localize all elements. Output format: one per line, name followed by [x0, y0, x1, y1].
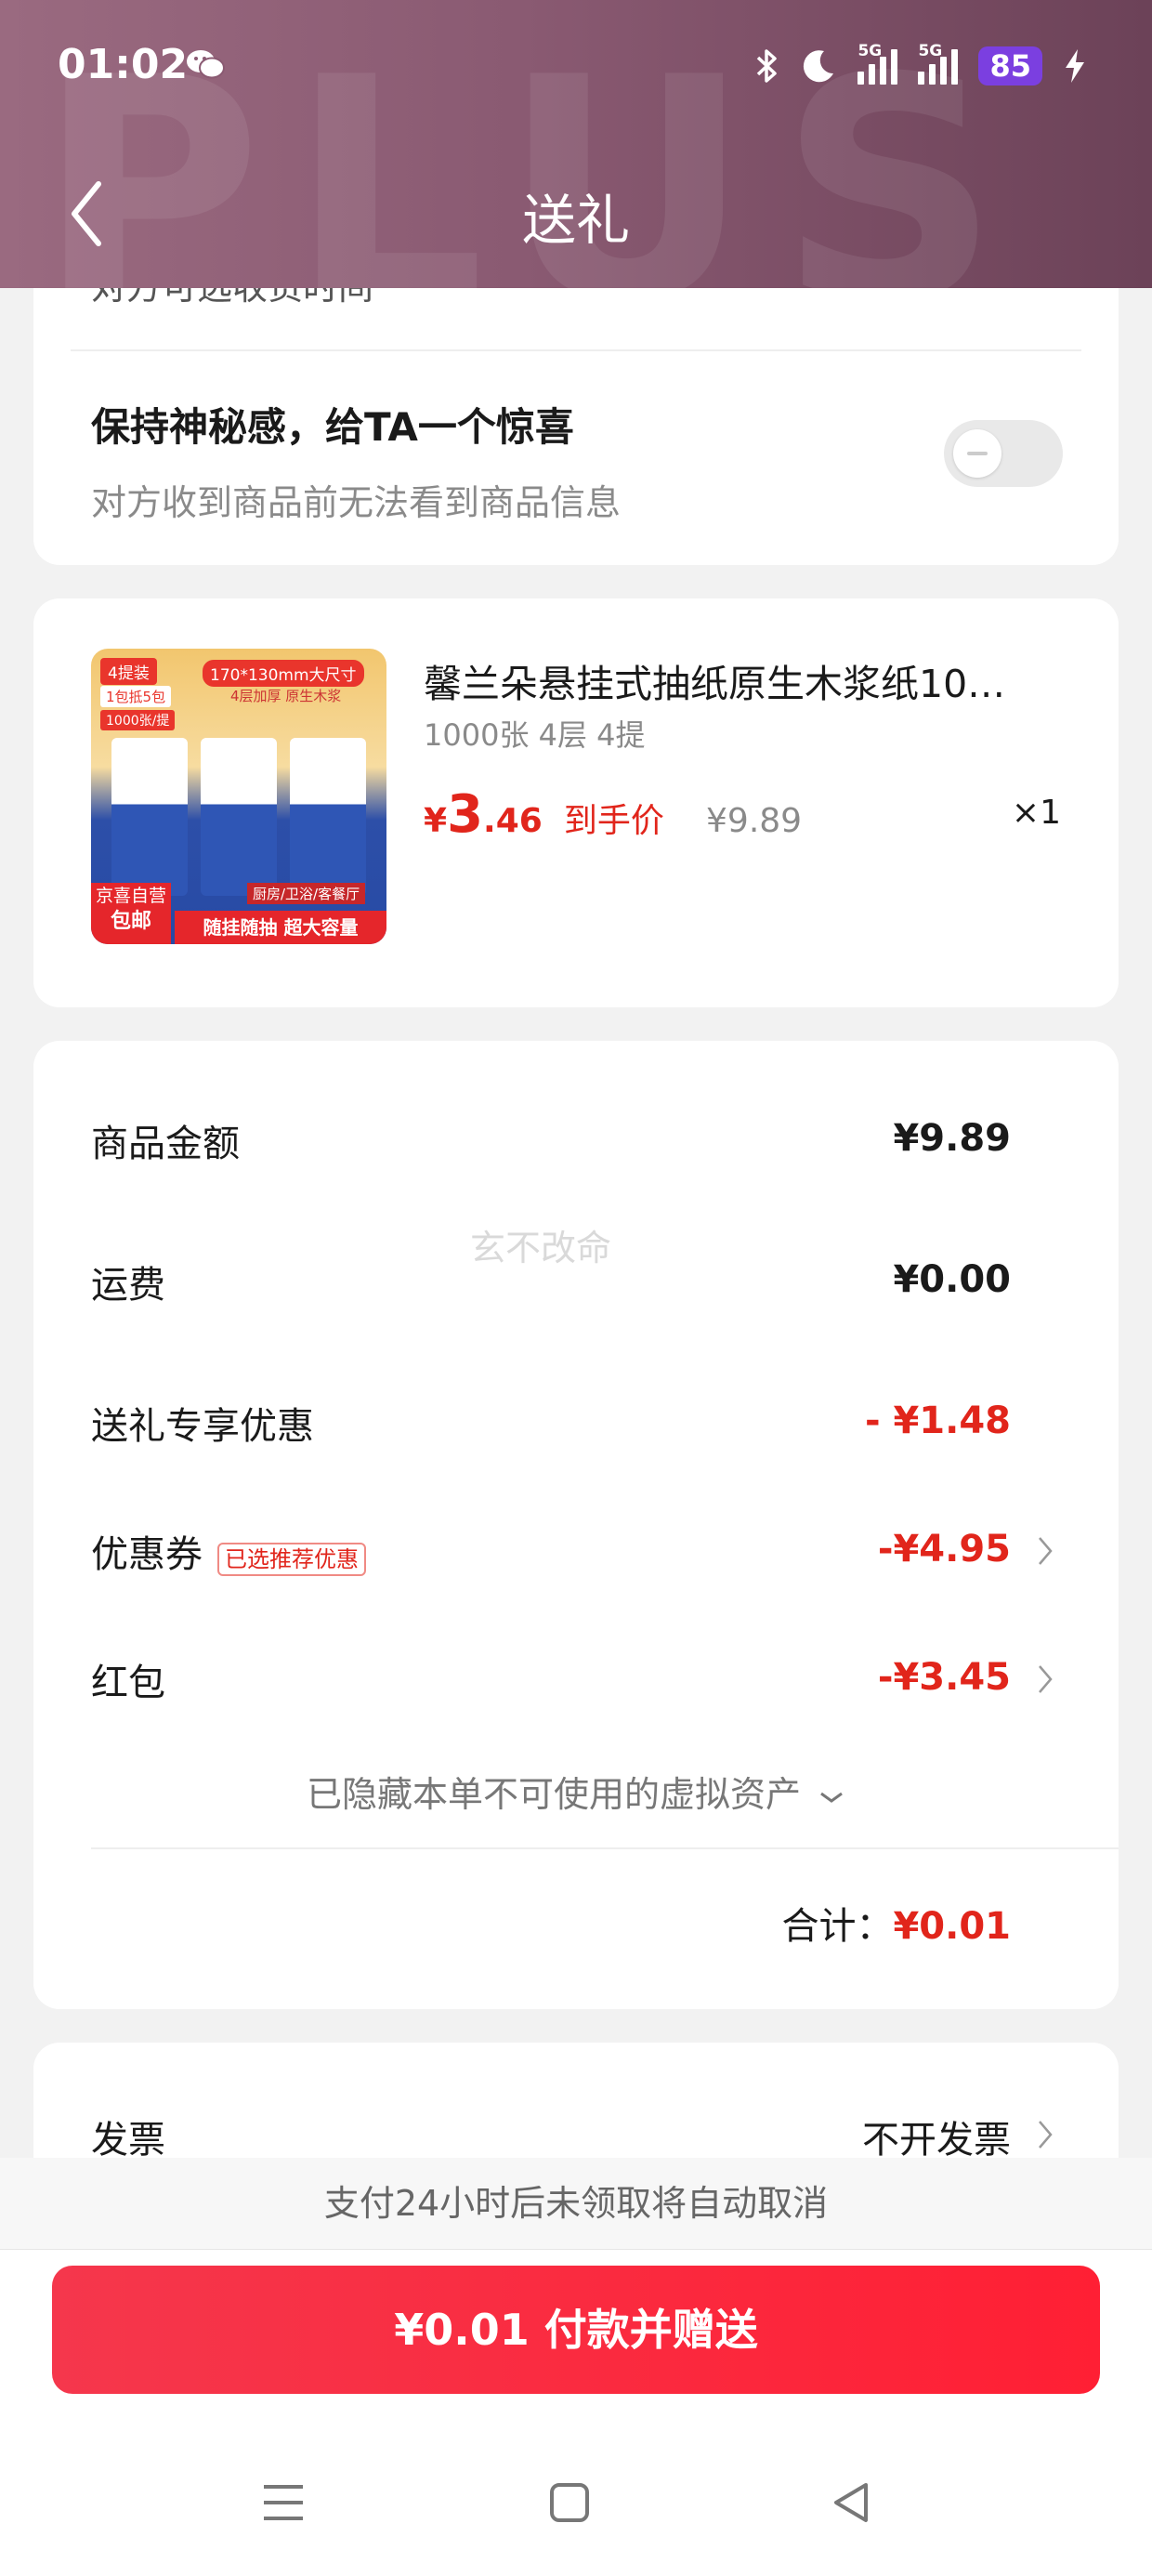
image-tag-3: 1000张/提 — [100, 710, 176, 730]
gift-discount-label: 送礼专享优惠 — [91, 1405, 314, 1448]
menu-nav-icon[interactable] — [260, 2481, 307, 2524]
product-quantity: ×1 — [1011, 794, 1061, 832]
text-watermark: 玄不改命 — [470, 1228, 612, 1268]
chevron-down-icon — [820, 1792, 843, 1803]
chevron-right-icon — [1039, 2121, 1053, 2149]
battery-level: 85 — [978, 46, 1042, 85]
auto-cancel-notice: 支付24小时后未领取将自动取消 — [0, 2158, 1152, 2250]
image-size-text: 170*130mm大尺寸 — [203, 660, 364, 687]
coupon-row[interactable]: 优惠券 已选推荐优惠 -¥4.95 — [33, 1505, 1119, 1598]
invoice-value: 不开发票 — [862, 2119, 1011, 2162]
status-time: 01:02 — [58, 41, 189, 88]
product-card[interactable]: 4提装 1包抵5包 1000张/提 170*130mm大尺寸 4层加厚 原生木浆… — [33, 598, 1119, 1007]
shipping-value: ¥0.00 — [893, 1258, 1011, 1301]
coupon-label: 优惠券 — [91, 1533, 203, 1576]
original-price: ¥9.89 — [706, 802, 803, 840]
tissue-pack-2 — [201, 738, 277, 896]
top-header: PLUS 01:02 5G 5G 85 送礼 — [0, 0, 1152, 288]
chevron-right-icon — [1039, 1665, 1053, 1693]
charging-bolt-icon — [1066, 49, 1084, 83]
divider — [91, 1847, 1119, 1849]
chevron-right-icon — [1039, 1537, 1053, 1565]
coupon-value: -¥4.95 — [877, 1528, 1011, 1571]
goods-amount-value: ¥9.89 — [893, 1117, 1011, 1160]
image-tag-1: 4提装 — [100, 658, 157, 685]
image-tag-2: 1包抵5包 — [100, 686, 172, 707]
hidden-assets-text: 已隐藏本单不可使用的虚拟资产 — [306, 1774, 801, 1815]
coupon-label-wrap: 优惠券 已选推荐优惠 — [91, 1524, 366, 1578]
total-value: ¥0.01 — [893, 1905, 1011, 1948]
hidden-assets-toggle[interactable]: 已隐藏本单不可使用的虚拟资产 — [33, 1766, 1119, 1817]
image-layer-text: 4层加厚 原生木浆 — [230, 688, 342, 704]
nav-bar: 送礼 — [0, 167, 1152, 260]
redpack-value: -¥3.45 — [877, 1656, 1011, 1699]
surprise-toggle[interactable] — [944, 420, 1063, 487]
surprise-subtitle: 对方收到商品前无法看到商品信息 — [91, 482, 622, 523]
product-image[interactable]: 4提装 1包抵5包 1000张/提 170*130mm大尺寸 4层加厚 原生木浆… — [91, 649, 386, 944]
price-decimal: .46 — [483, 802, 543, 840]
invoice-label: 发票 — [91, 2119, 165, 2162]
image-usage-text: 厨房/卫浴/客餐厅 — [247, 883, 366, 904]
status-bar: 01:02 5G 5G 85 — [0, 0, 1152, 139]
total-label: 合计： — [781, 1905, 894, 1948]
product-spec: 1000张 4层 4提 — [424, 717, 646, 753]
surprise-title: 保持神秘感，给TA一个惊喜 — [91, 404, 574, 450]
price-symbol: ¥ — [424, 802, 448, 840]
toggle-knob — [953, 429, 1001, 478]
goods-amount-label: 商品金额 — [91, 1123, 240, 1165]
gift-discount-value: - ¥1.48 — [864, 1400, 1011, 1442]
image-slogan: 随挂随抽 超大容量 — [175, 911, 386, 944]
price-summary-card: 商品金额 ¥9.89 玄不改命 运费 ¥0.00 送礼专享优惠 - ¥1.48 … — [33, 1041, 1119, 2009]
home-nav-icon[interactable] — [548, 2481, 591, 2524]
signal-icon: 5G — [857, 42, 898, 85]
product-name[interactable]: 馨兰朵悬挂式抽纸原生木浆纸10… — [424, 652, 1093, 708]
image-badge-2: 包邮 — [110, 910, 151, 933]
coupon-tag: 已选推荐优惠 — [217, 1542, 366, 1576]
redpack-label: 红包 — [91, 1662, 165, 1704]
image-badge: 京喜自营 包邮 — [91, 883, 171, 944]
image-badge-1: 京喜自营 — [95, 886, 166, 906]
divider — [71, 349, 1081, 351]
moon-icon — [804, 50, 834, 83]
wechat-icon — [187, 50, 225, 79]
page-title: 送礼 — [521, 189, 630, 252]
price-tag: 到手价 — [563, 802, 664, 840]
back-nav-icon[interactable] — [831, 2481, 871, 2524]
price-integer: 3 — [447, 784, 484, 845]
shipping-label: 运费 — [91, 1264, 165, 1307]
network-type-label-2: 5G — [918, 42, 943, 60]
pay-and-gift-button[interactable]: ¥0.01 付款并赠送 — [52, 2266, 1100, 2394]
tissue-pack-3 — [290, 738, 366, 896]
product-price: ¥3.46 到手价 ¥9.89 — [424, 784, 802, 845]
redpack-row[interactable]: 红包 -¥3.45 — [33, 1634, 1119, 1727]
tissue-pack-1 — [111, 738, 188, 896]
network-type-label: 5G — [857, 42, 883, 60]
bluetooth-icon — [757, 49, 778, 83]
total-row: 合计：¥0.01 — [781, 1896, 1011, 1950]
signal-icon-2: 5G — [918, 42, 959, 85]
